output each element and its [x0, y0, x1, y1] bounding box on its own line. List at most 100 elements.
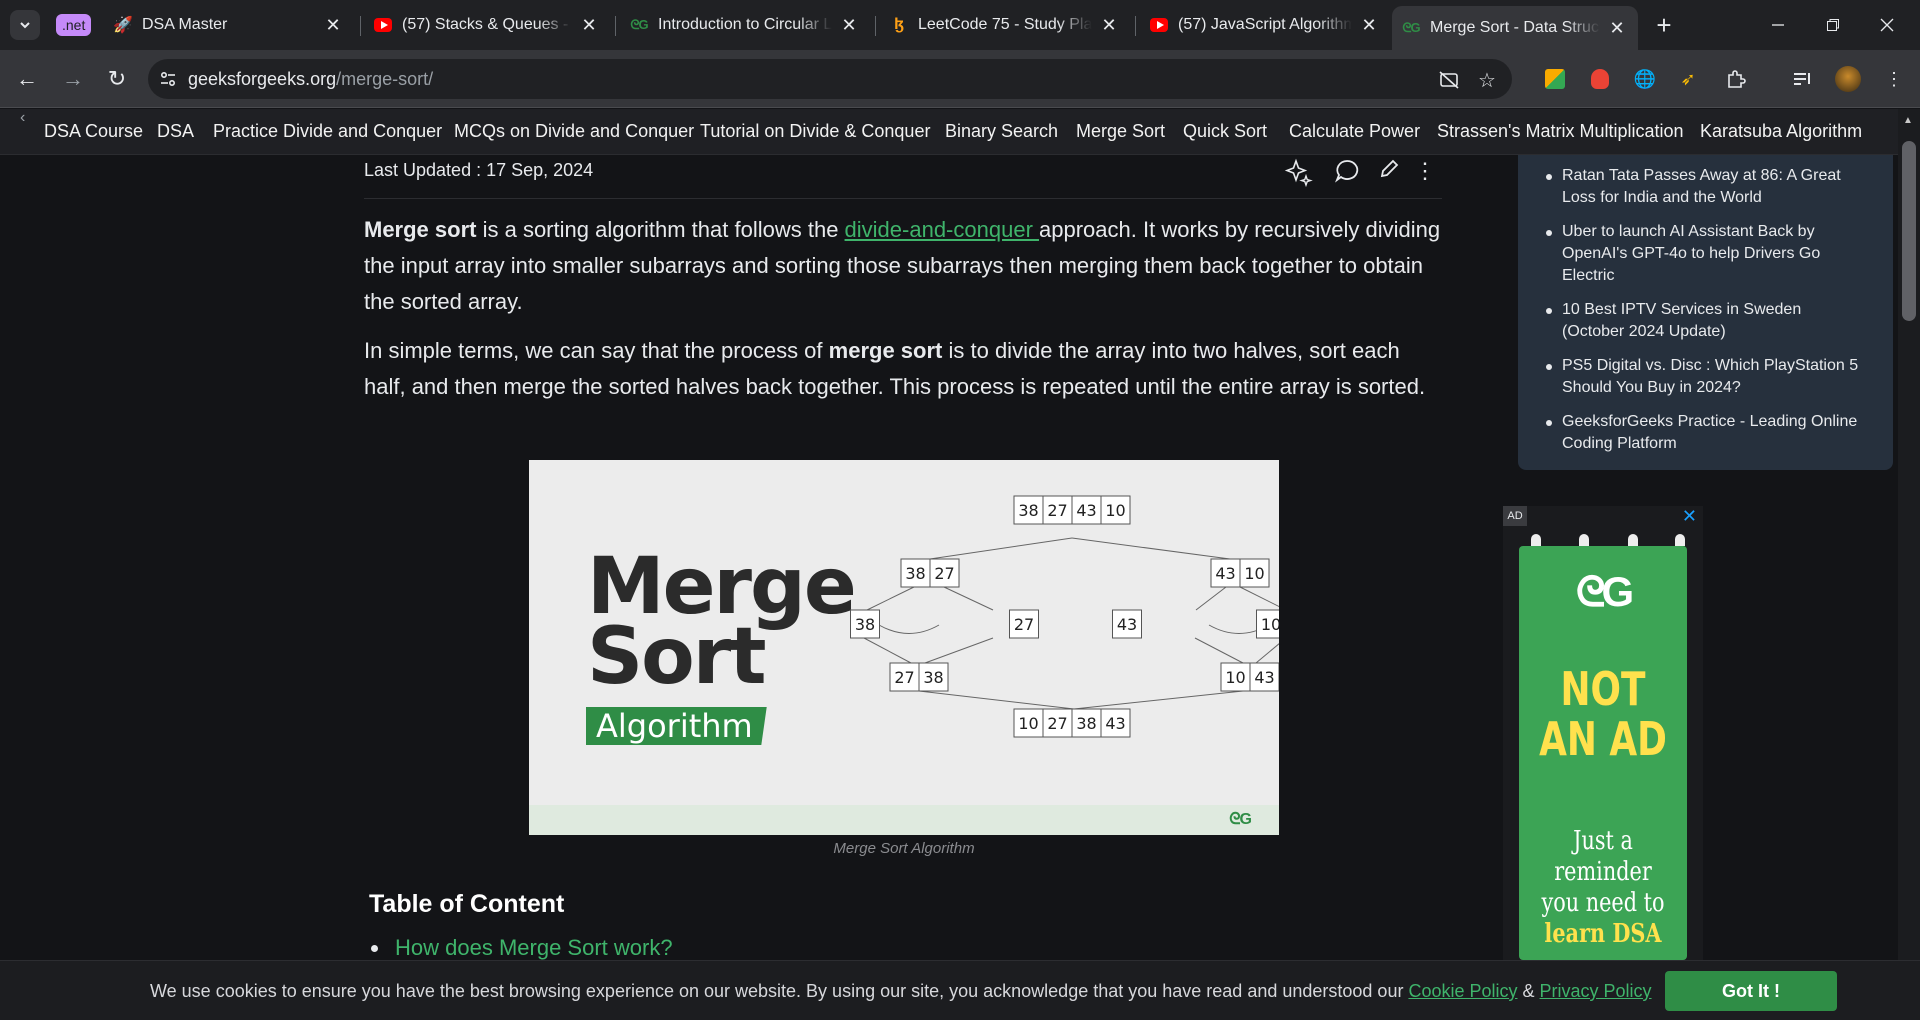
site-info-icon[interactable]	[148, 71, 188, 87]
nav-item-tutorial-divide-conquer[interactable]: Tutorial on Divide & Conquer	[700, 121, 930, 142]
tree-edge	[918, 690, 1075, 710]
nav-item-karatsuba[interactable]: Karatsuba Algorithm	[1700, 121, 1862, 142]
nav-item-strassen[interactable]: Strassen's Matrix Multiplication	[1437, 121, 1684, 142]
tab-stacks-queues[interactable]: (57) Stacks & Queues - DSA ✕	[364, 6, 610, 44]
forward-button[interactable]: →	[58, 64, 88, 94]
rocket-icon: 🚀	[113, 17, 133, 34]
nav-item-dsa-course[interactable]: DSA Course	[44, 121, 143, 142]
close-icon[interactable]: ✕	[1098, 14, 1120, 36]
tab-title: (57) JavaScript Algorithms	[1178, 16, 1352, 33]
close-window-button[interactable]	[1862, 8, 1912, 42]
media-queue-icon[interactable]	[1788, 65, 1816, 93]
tab-group-chip[interactable]: .net	[56, 14, 92, 36]
toc-link[interactable]: How does Merge Sort work?	[395, 935, 673, 961]
tab-search-button[interactable]	[10, 10, 40, 40]
news-item[interactable]: 10 Best IPTV Services in Sweden (October…	[1546, 299, 1866, 343]
comment-icon[interactable]	[1334, 158, 1360, 190]
array-value: 43	[1254, 668, 1274, 687]
news-item[interactable]: Uber to launch AI Assistant Back by Open…	[1546, 221, 1866, 287]
tab-separator	[615, 16, 616, 36]
array-value: 38	[855, 615, 875, 634]
got-it-button[interactable]: Got It !	[1665, 971, 1837, 1011]
gfg-icon: ᘓG	[1402, 20, 1420, 35]
close-icon[interactable]: ✕	[838, 14, 860, 36]
bookmark-star-icon[interactable]: ☆	[1476, 69, 1498, 92]
figure-caption: Merge Sort Algorithm	[833, 840, 975, 857]
close-icon	[1880, 18, 1894, 32]
extensions-puzzle-icon[interactable]	[1722, 65, 1750, 93]
merged-left-array: 27 38	[889, 662, 949, 692]
paragraph-text: In simple terms, we can say that the pro…	[364, 338, 829, 363]
extension-arrow-icon[interactable]: ➶	[1674, 65, 1702, 93]
extension-hand-icon[interactable]	[1586, 65, 1614, 93]
tab-circular-linked-list[interactable]: ᘓG Introduction to Circular Linked List …	[620, 6, 870, 44]
nav-item-dsa[interactable]: DSA	[157, 121, 194, 142]
pin-icon	[1531, 534, 1541, 546]
pin-icon	[1579, 534, 1589, 546]
eye-off-icon[interactable]	[1438, 69, 1460, 91]
minimize-button[interactable]	[1753, 8, 1803, 42]
sorted-result-array: 10 27 38 43	[1013, 708, 1131, 738]
array-value: 27	[1047, 501, 1067, 520]
browser-toolbar: ← → ↻ geeksforgeeks.org/merge-sort/ ☆ 🌐 …	[0, 50, 1920, 108]
array-value: 27	[934, 564, 954, 583]
board-pins	[1525, 528, 1685, 548]
tree-edge	[866, 586, 915, 611]
youtube-icon	[374, 16, 392, 34]
tab-merge-sort[interactable]: ᘓG Merge Sort - Data Structure ✕	[1392, 6, 1638, 50]
ad-headline-line: NOT	[1560, 662, 1646, 716]
globe-icon[interactable]: 🌐	[1631, 65, 1659, 93]
page-scrollbar[interactable]: ▲	[1898, 109, 1920, 960]
tab-js-algorithms[interactable]: (57) JavaScript Algorithms ✕	[1140, 6, 1390, 44]
ad-close-icon[interactable]: ✕	[1682, 506, 1697, 527]
close-icon[interactable]: ✕	[322, 14, 344, 36]
tab-dsa-master[interactable]: 🚀 DSA Master ✕	[104, 6, 354, 44]
privacy-policy-link[interactable]: Privacy Policy	[1540, 981, 1652, 1001]
nav-item-mcqs-divide-conquer[interactable]: MCQs on Divide and Conquer	[454, 121, 694, 142]
reload-button[interactable]: ↻	[102, 64, 132, 94]
intro-paragraph: Merge sort is a sorting algorithm that f…	[364, 212, 1444, 320]
edit-pencil-icon[interactable]	[1378, 158, 1400, 186]
chevron-left-icon[interactable]: ‹	[20, 109, 25, 127]
bold-term: merge sort	[828, 338, 943, 363]
left-half-array: 38 27	[900, 558, 960, 588]
ad-label: AD	[1503, 506, 1527, 526]
nav-item-merge-sort[interactable]: Merge Sort	[1076, 121, 1165, 142]
ai-sparkle-icon[interactable]	[1284, 158, 1314, 194]
close-icon[interactable]: ✕	[578, 14, 600, 36]
restore-button[interactable]	[1808, 8, 1858, 42]
nav-item-quick-sort[interactable]: Quick Sort	[1183, 121, 1267, 142]
close-icon[interactable]: ✕	[1358, 14, 1380, 36]
news-item[interactable]: GeeksforGeeks Practice - Leading Online …	[1546, 411, 1866, 455]
back-button[interactable]: ←	[12, 64, 42, 94]
scroll-up-icon[interactable]: ▲	[1903, 115, 1913, 126]
cookie-banner: We use cookies to ensure you have the be…	[0, 960, 1920, 1020]
address-bar[interactable]: geeksforgeeks.org/merge-sort/ ☆	[148, 59, 1512, 99]
new-tab-button[interactable]: +	[1649, 10, 1679, 40]
paragraph-text: is a sorting algorithm that follows the	[476, 217, 845, 242]
news-item[interactable]: Ratan Tata Passes Away at 86: A Great Lo…	[1546, 165, 1866, 209]
arrow-right-icon: →	[62, 66, 84, 91]
more-menu-icon[interactable]: ⋮	[1880, 65, 1908, 93]
nav-item-binary-search[interactable]: Binary Search	[945, 121, 1058, 142]
swap-arrow-icon	[878, 624, 940, 634]
array-value: 38	[923, 668, 943, 687]
extension-flag-icon[interactable]	[1541, 65, 1569, 93]
profile-avatar[interactable]	[1834, 65, 1862, 93]
cookie-policy-link[interactable]: Cookie Policy	[1408, 981, 1517, 1001]
scrollbar-thumb[interactable]	[1902, 141, 1916, 321]
tab-leetcode[interactable]: ɮ LeetCode 75 - Study Plan ✕	[880, 6, 1130, 44]
close-icon[interactable]: ✕	[1606, 17, 1628, 39]
nav-item-practice-divide-conquer[interactable]: Practice Divide and Conquer	[213, 121, 442, 142]
nav-item-calculate-power[interactable]: Calculate Power	[1289, 121, 1420, 142]
toc-item[interactable]: How does Merge Sort work?	[371, 935, 673, 961]
leaf-array: 43	[1112, 609, 1142, 639]
tree-edge	[1194, 637, 1244, 664]
news-item[interactable]: PS5 Digital vs. Disc : Which PlayStation…	[1546, 355, 1866, 399]
gfg-logo-icon: ᘓG	[1575, 568, 1634, 615]
array-value: 10	[1018, 714, 1038, 733]
cookie-message: We use cookies to ensure you have the be…	[150, 981, 1652, 1002]
divide-and-conquer-link[interactable]: divide-and-conquer	[845, 217, 1039, 242]
more-options-icon[interactable]: ⋮	[1414, 158, 1436, 184]
ad-banner[interactable]: AD ✕ ᘓG NOT AN AD Just a reminder you ne…	[1503, 506, 1703, 960]
